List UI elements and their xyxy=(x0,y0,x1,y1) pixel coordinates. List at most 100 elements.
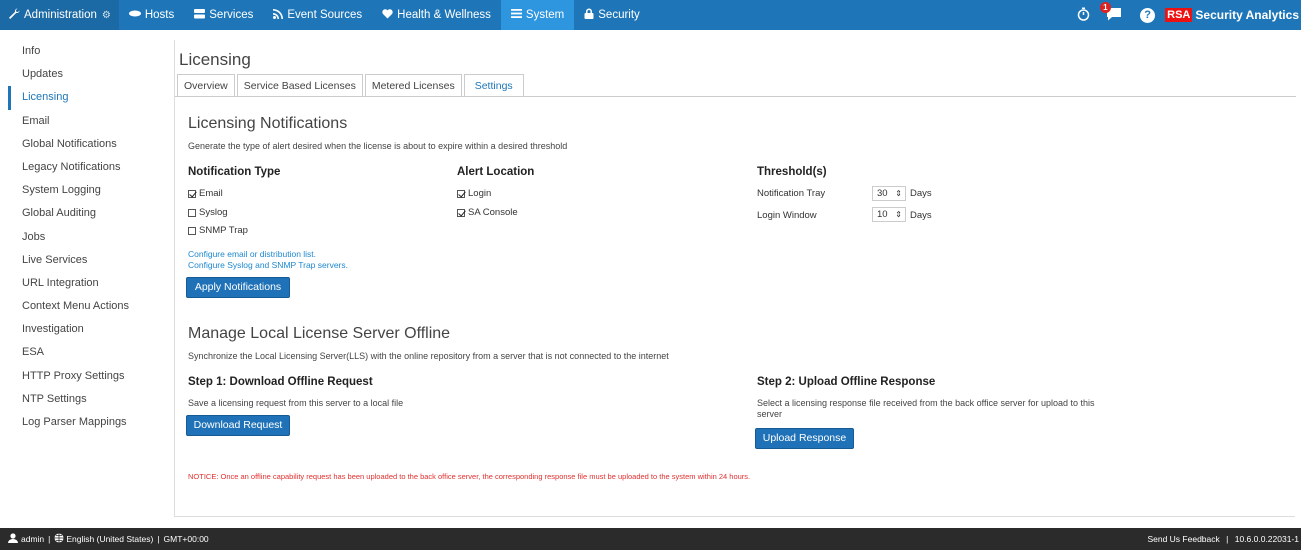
checkbox-syslog-box[interactable] xyxy=(188,208,196,217)
send-feedback-link[interactable]: Send Us Feedback xyxy=(1147,534,1219,544)
apply-notifications-button[interactable]: Apply Notifications xyxy=(186,277,290,298)
footer-separator: | xyxy=(48,534,51,544)
step1-heading: Step 1: Download Offline Request xyxy=(188,376,373,388)
sidebar-item-email[interactable]: Email xyxy=(8,110,168,133)
help-icon[interactable]: ? xyxy=(1140,7,1156,23)
sidebar-item-system-logging[interactable]: System Logging xyxy=(8,179,168,202)
notification-tray-stepper[interactable]: 30 ⇕ xyxy=(872,186,906,201)
notification-badge: 1 xyxy=(1100,1,1111,13)
tab-service-based-licenses[interactable]: Service Based Licenses xyxy=(236,74,363,97)
threshold-notification-tray-label: Notification Tray xyxy=(757,188,826,199)
heart-icon xyxy=(382,8,393,22)
tab-overview[interactable]: Overview xyxy=(177,74,235,97)
nav-hosts[interactable]: Hosts xyxy=(119,0,184,30)
threshold-login-window-label: Login Window xyxy=(757,210,817,221)
sidebar-item-http-proxy-settings[interactable]: HTTP Proxy Settings xyxy=(8,365,168,388)
footer-bar: admin | English (United States) | GMT+00… xyxy=(0,528,1301,550)
sidebar-item-investigation[interactable]: Investigation xyxy=(8,318,168,341)
configure-syslog-link[interactable]: Configure Syslog and SNMP Trap servers. xyxy=(188,260,348,270)
rss-icon xyxy=(273,8,284,22)
nav-administration[interactable]: Administration ⚙ xyxy=(0,0,119,30)
footer-user[interactable]: admin xyxy=(21,534,44,544)
sidebar-item-global-notifications[interactable]: Global Notifications xyxy=(8,133,168,156)
checkbox-email-box[interactable] xyxy=(188,189,196,198)
download-request-button[interactable]: Download Request xyxy=(186,415,290,436)
nav-security-label: Security xyxy=(598,9,640,21)
hosts-icon xyxy=(128,9,141,21)
step2-description: Select a licensing response file receive… xyxy=(757,398,1095,419)
login-window-value: 10 xyxy=(877,209,888,220)
configure-email-link[interactable]: Configure email or distribution list. xyxy=(188,249,316,259)
checkbox-snmp-trap[interactable]: SNMP Trap xyxy=(188,225,248,236)
stepper-arrows-icon[interactable]: ⇕ xyxy=(895,208,902,221)
checkbox-email[interactable]: Email xyxy=(188,188,223,199)
login-window-stepper[interactable]: 10 ⇕ xyxy=(872,207,906,222)
sidebar-item-context-menu-actions[interactable]: Context Menu Actions xyxy=(8,295,168,318)
footer-timezone[interactable]: GMT+00:00 xyxy=(164,534,209,544)
sidebar-item-licensing[interactable]: Licensing xyxy=(8,86,168,110)
checkbox-login-box[interactable] xyxy=(457,189,465,198)
sidebar-item-legacy-notifications[interactable]: Legacy Notifications xyxy=(8,156,168,179)
step2-heading: Step 2: Upload Offline Response xyxy=(757,376,936,388)
checkbox-sa-console[interactable]: SA Console xyxy=(457,207,518,218)
nav-event-sources-label: Event Sources xyxy=(287,9,363,21)
sidebar-item-log-parser-mappings[interactable]: Log Parser Mappings xyxy=(8,411,168,434)
sidebar-item-jobs[interactable]: Jobs xyxy=(8,226,168,249)
main-panel: Licensing Overview Service Based License… xyxy=(174,40,1296,517)
checkbox-syslog-label: Syslog xyxy=(199,207,228,218)
gear-icon[interactable]: ⚙ xyxy=(102,10,111,21)
upload-response-button[interactable]: Upload Response xyxy=(755,428,854,449)
brand-name: Security Analytics xyxy=(1195,8,1299,22)
notification-tray-unit: Days xyxy=(910,188,932,199)
login-window-unit: Days xyxy=(910,210,932,221)
offline-description: Synchronize the Local Licensing Server(L… xyxy=(188,351,669,361)
sidebar-item-global-auditing[interactable]: Global Auditing xyxy=(8,202,168,225)
footer-separator: | xyxy=(1226,534,1229,544)
top-nav-bar: Administration ⚙ Hosts Services Event So… xyxy=(0,0,1301,30)
nav-health-wellness-label: Health & Wellness xyxy=(397,9,491,21)
top-right-tools: 1 ? RSA Security Analytics xyxy=(1069,0,1301,30)
nav-hosts-label: Hosts xyxy=(144,9,175,21)
sidebar-item-esa[interactable]: ESA xyxy=(8,341,168,364)
nav-services[interactable]: Services xyxy=(184,0,263,30)
nav-health-wellness[interactable]: Health & Wellness xyxy=(372,0,501,30)
checkbox-snmp-trap-box[interactable] xyxy=(188,226,196,235)
services-icon xyxy=(194,8,206,22)
alert-location-heading: Alert Location xyxy=(457,166,535,178)
nav-services-label: Services xyxy=(209,9,254,21)
sidebar-item-live-services[interactable]: Live Services xyxy=(8,249,168,272)
sidebar-item-url-integration[interactable]: URL Integration xyxy=(8,272,168,295)
list-icon xyxy=(510,9,522,21)
checkbox-email-label: Email xyxy=(199,188,223,199)
notification-icon[interactable]: 1 xyxy=(1100,1,1122,24)
footer-language[interactable]: English (United States) xyxy=(66,534,153,544)
thresholds-heading: Threshold(s) xyxy=(757,166,827,178)
lock-icon xyxy=(584,8,594,22)
nav-security[interactable]: Security xyxy=(574,0,650,30)
user-icon xyxy=(8,533,18,545)
notification-tray-value: 30 xyxy=(877,188,888,199)
nav-event-sources[interactable]: Event Sources xyxy=(263,0,372,30)
tab-metered-licenses[interactable]: Metered Licenses xyxy=(364,74,462,97)
sidebar-item-updates[interactable]: Updates xyxy=(8,63,168,86)
sidebar-item-ntp-settings[interactable]: NTP Settings xyxy=(8,388,168,411)
sidebar-item-info[interactable]: Info xyxy=(8,40,168,63)
rsa-logo: RSA xyxy=(1165,8,1193,22)
tab-settings[interactable]: Settings xyxy=(463,74,524,97)
sidebar: Info Updates Licensing Email Global Noti… xyxy=(8,40,168,434)
checkbox-login[interactable]: Login xyxy=(457,188,491,199)
timer-icon[interactable] xyxy=(1077,7,1090,24)
checkbox-login-label: Login xyxy=(468,188,492,199)
offline-notice: NOTICE: Once an offline capability reque… xyxy=(188,472,751,481)
checkbox-sa-console-box[interactable] xyxy=(457,208,465,217)
globe-icon xyxy=(54,533,64,545)
nav-system[interactable]: System xyxy=(500,0,575,30)
checkbox-snmp-trap-label: SNMP Trap xyxy=(199,225,248,236)
checkbox-syslog[interactable]: Syslog xyxy=(188,207,228,218)
offline-title: Manage Local License Server Offline xyxy=(188,325,451,342)
footer-right: Send Us Feedback | 10.6.0.0.22031-1 xyxy=(1147,534,1301,544)
tab-divider xyxy=(175,96,1296,97)
wrench-icon xyxy=(8,8,20,23)
stepper-arrows-icon[interactable]: ⇕ xyxy=(895,187,902,200)
checkbox-sa-console-label: SA Console xyxy=(468,207,518,218)
